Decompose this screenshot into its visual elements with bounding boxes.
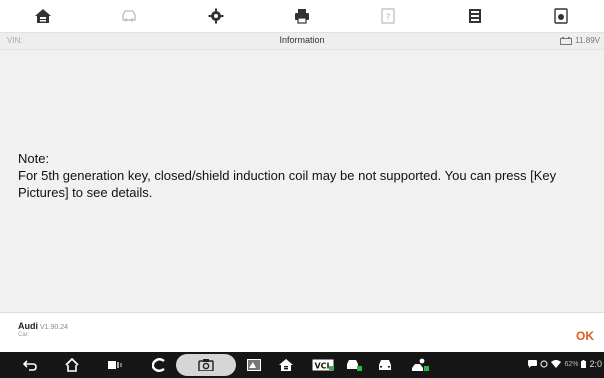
info-bar: VIN: Information 11.89V	[0, 32, 604, 50]
back-button[interactable]	[22, 357, 38, 373]
sync-icon	[540, 360, 549, 368]
help-button[interactable]: ?	[345, 0, 431, 32]
vehicle-info: Audi V1.90.24	[18, 321, 68, 331]
android-home-button[interactable]	[64, 357, 80, 373]
message-icon	[528, 360, 538, 368]
display-settings-button[interactable]	[246, 357, 262, 373]
print-button[interactable]	[259, 0, 345, 32]
system-nav-bar: VCI 62% 2:0	[0, 352, 604, 378]
footer-bar: Audi V1.90.24 Car: OK	[0, 312, 604, 352]
car-service-icon	[347, 360, 362, 371]
android-home-icon	[65, 358, 79, 372]
svg-text:?: ?	[386, 13, 391, 23]
vehicle-icon	[379, 360, 391, 370]
print-icon	[294, 9, 309, 24]
system-status: 62% 2:0	[528, 359, 602, 369]
battery-percent: 62%	[564, 360, 579, 368]
settings-button[interactable]	[173, 0, 259, 32]
note-label: Note:	[18, 151, 50, 166]
camera-button[interactable]	[176, 354, 236, 376]
settings-icon	[208, 8, 224, 24]
save-button[interactable]	[431, 0, 517, 32]
brand-name: Audi	[18, 321, 38, 331]
clock: 2:0	[589, 359, 602, 369]
recent-apps-button[interactable]	[108, 357, 122, 373]
vehicle-swap-button[interactable]	[86, 0, 172, 32]
autel-icon	[152, 358, 165, 372]
display-settings-icon	[247, 359, 261, 371]
ok-button[interactable]: OK	[576, 329, 594, 343]
message-panel: Note: For 5th generation key, closed/shi…	[0, 50, 604, 312]
software-version: V1.90.24	[40, 324, 69, 331]
battery-icon	[581, 360, 587, 368]
screenshot-icon	[554, 8, 568, 24]
screenshot-button[interactable]	[518, 0, 604, 32]
autel-button[interactable]	[152, 357, 166, 373]
remote-support-icon	[412, 358, 429, 371]
remote-button[interactable]	[411, 357, 431, 373]
vci-button[interactable]: VCI	[312, 357, 334, 373]
voltage-value: 11.89V	[575, 36, 600, 45]
message-body: Note: For 5th generation key, closed/shi…	[18, 150, 598, 201]
wifi-icon	[551, 360, 562, 368]
recent-apps-icon	[108, 361, 122, 369]
vci-home-button[interactable]	[278, 357, 294, 373]
home-button[interactable]	[0, 0, 86, 32]
save-icon	[468, 9, 481, 23]
camera-icon	[198, 359, 214, 371]
car-battery-icon	[560, 36, 573, 45]
vci-home-icon	[279, 359, 293, 371]
note-text: For 5th generation key, closed/shield in…	[18, 168, 557, 200]
svg-text:VCI: VCI	[314, 362, 329, 371]
vehicle-button[interactable]	[377, 357, 393, 373]
vehicle-swap-icon	[122, 10, 137, 22]
page-title: Information	[279, 35, 325, 45]
vci-icon: VCI	[312, 359, 334, 371]
battery-voltage: 11.89V	[560, 36, 600, 45]
top-toolbar: ?	[0, 0, 604, 32]
car-label: Car:	[18, 332, 30, 338]
back-icon	[23, 360, 37, 371]
service-button[interactable]	[345, 357, 363, 373]
help-icon: ?	[381, 8, 395, 24]
home-icon	[35, 9, 52, 23]
